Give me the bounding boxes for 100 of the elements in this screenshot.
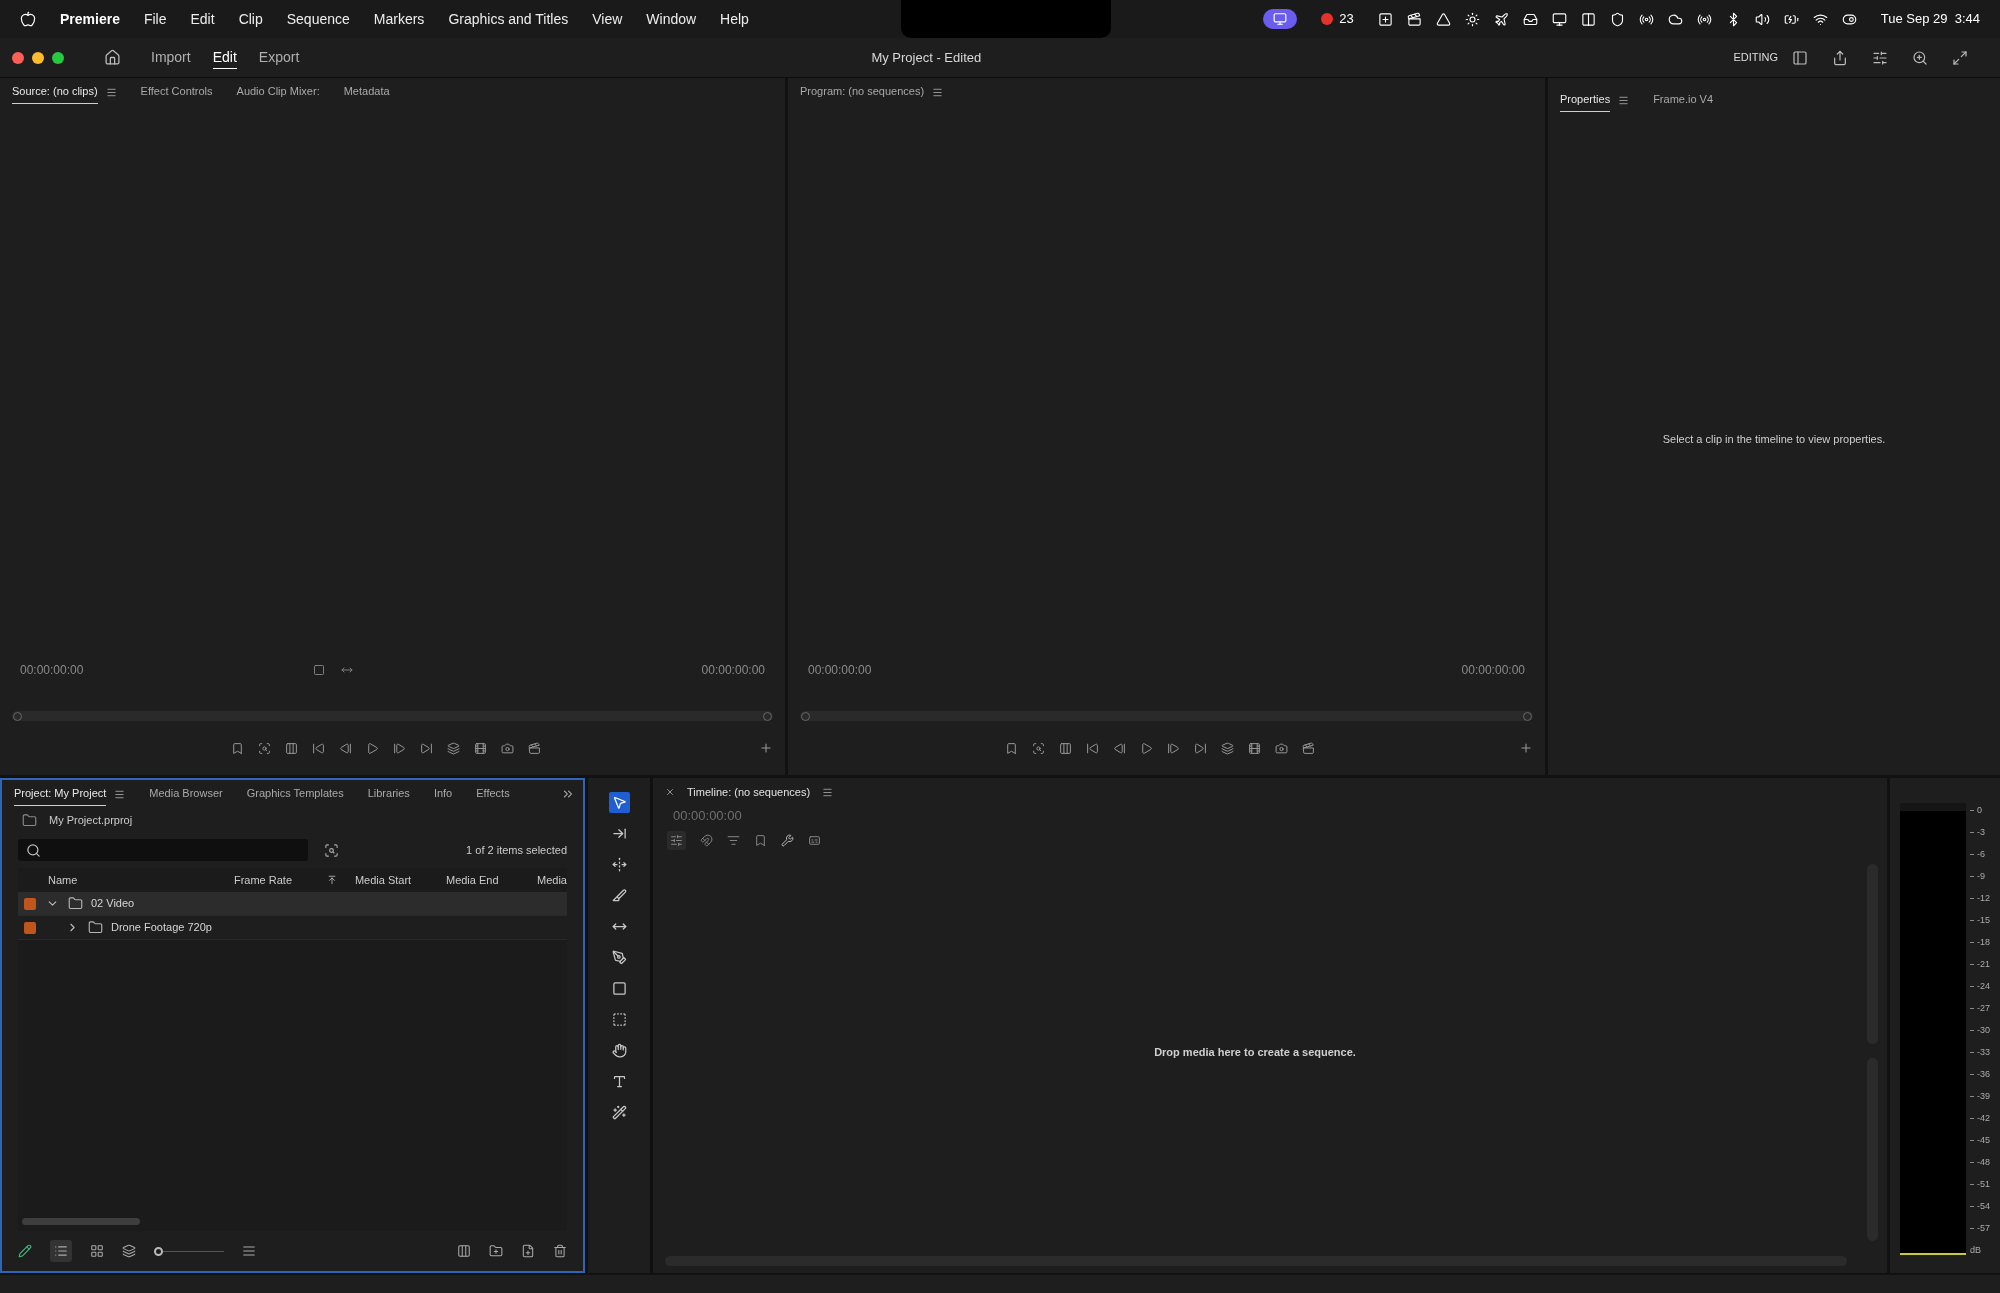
panel-tab[interactable]: Frame.io V4 xyxy=(1653,88,1714,112)
record-count[interactable]: 23 xyxy=(1339,9,1354,29)
find-icon[interactable] xyxy=(324,842,339,858)
panel-menu-icon[interactable] xyxy=(114,788,126,800)
camera-icon[interactable] xyxy=(1274,741,1288,755)
step-forward-icon[interactable] xyxy=(1166,741,1180,755)
insert-sequence-button[interactable] xyxy=(667,831,686,850)
close-icon[interactable] xyxy=(665,787,675,797)
panel-tab[interactable]: Graphics Templates xyxy=(246,782,344,806)
horizontal-scrollbar[interactable] xyxy=(22,1218,140,1225)
step-forward-icon[interactable] xyxy=(392,741,406,755)
step-back-icon[interactable] xyxy=(338,741,352,755)
menu-item[interactable]: File xyxy=(143,8,167,30)
menu-item[interactable]: Graphics and Titles xyxy=(448,8,569,30)
new-item-icon[interactable] xyxy=(521,1244,535,1258)
label-color-swatch[interactable] xyxy=(24,921,36,934)
control-center-icon[interactable] xyxy=(1841,11,1857,27)
new-bin-icon[interactable] xyxy=(489,1244,503,1258)
close-window-button[interactable] xyxy=(12,51,24,64)
tray-icon[interactable] xyxy=(1522,11,1538,27)
minimize-window-button[interactable] xyxy=(32,51,44,64)
skip-forward-icon[interactable] xyxy=(419,741,433,755)
marker-icon[interactable] xyxy=(1004,741,1018,755)
menu-item[interactable]: Sequence xyxy=(286,8,350,30)
column-header[interactable]: Media Start xyxy=(354,871,446,889)
panel-menu-icon[interactable] xyxy=(1618,94,1630,106)
workspace-label[interactable]: EDITING xyxy=(1733,49,1778,66)
clapperboard-icon[interactable] xyxy=(527,741,541,755)
fullscreen-icon[interactable] xyxy=(1952,49,1968,66)
apple-logo-icon[interactable] xyxy=(20,11,36,27)
add-button-icon[interactable] xyxy=(1519,741,1533,755)
sort-icon[interactable] xyxy=(242,1244,256,1258)
marker-icon[interactable] xyxy=(754,834,767,847)
zoom-icon[interactable] xyxy=(257,741,271,755)
captions-icon[interactable] xyxy=(808,834,821,847)
column-header[interactable]: Name xyxy=(48,871,234,889)
menu-item[interactable]: View xyxy=(592,8,623,30)
label-color-swatch[interactable] xyxy=(24,897,36,910)
sort-arrow-icon[interactable] xyxy=(326,875,337,885)
list-view-button[interactable] xyxy=(50,1240,72,1262)
sunburst-icon[interactable] xyxy=(1464,11,1480,27)
clapperboard-icon[interactable] xyxy=(1301,741,1315,755)
selection-tool-icon[interactable] xyxy=(608,792,630,813)
play-icon[interactable] xyxy=(365,741,379,755)
wrench-icon[interactable] xyxy=(781,834,794,847)
zoom-slider-thumb[interactable] xyxy=(154,1246,163,1256)
add-window-icon[interactable] xyxy=(1377,11,1393,27)
marker-icon[interactable] xyxy=(230,741,244,755)
menu-item[interactable]: Markers xyxy=(373,8,425,30)
menu-item[interactable]: Edit xyxy=(190,8,215,30)
skip-back-icon[interactable] xyxy=(311,741,325,755)
menu-item[interactable]: Window xyxy=(646,8,697,30)
icon-view-icon[interactable] xyxy=(90,1244,104,1258)
panel-menu-icon[interactable] xyxy=(105,86,117,98)
zoom-icon[interactable] xyxy=(1031,741,1045,755)
clock[interactable]: Tue Sep 29 3:44 xyxy=(1880,9,1980,29)
share-icon[interactable] xyxy=(1832,49,1848,66)
panel-tab[interactable]: Effects xyxy=(476,782,510,806)
plane-icon[interactable] xyxy=(1493,11,1509,27)
menu-item[interactable]: Help xyxy=(720,8,749,30)
layers-icon[interactable] xyxy=(446,741,460,755)
zoom-window-button[interactable] xyxy=(52,51,64,64)
triangle-icon[interactable] xyxy=(1435,11,1451,27)
sliders-icon[interactable] xyxy=(1872,49,1888,66)
pencil-icon[interactable] xyxy=(18,1244,32,1258)
add-button-icon[interactable] xyxy=(759,741,773,755)
timecode[interactable]: 00:00:00:00 xyxy=(20,661,84,679)
step-back-icon[interactable] xyxy=(1112,741,1126,755)
panel-menu-icon[interactable] xyxy=(932,86,944,98)
film-icon[interactable] xyxy=(1247,741,1261,755)
trash-icon[interactable] xyxy=(553,1244,567,1258)
play-icon[interactable] xyxy=(1139,741,1153,755)
panel-tab[interactable]: Program: (no sequences) xyxy=(800,80,925,104)
panel-tab[interactable]: Effect Controls xyxy=(140,80,213,104)
wifi-icon[interactable] xyxy=(1812,11,1828,27)
zoom-slider[interactable] xyxy=(154,1246,224,1256)
shield-icon[interactable] xyxy=(1609,11,1625,27)
camera-icon[interactable] xyxy=(500,741,514,755)
column-header[interactable]: Frame Rate xyxy=(233,871,327,889)
project-row[interactable]: 02 Video xyxy=(18,892,567,916)
workspace-tab[interactable]: Edit xyxy=(212,46,237,69)
search-icon[interactable] xyxy=(1912,49,1928,66)
magnet-icon[interactable] xyxy=(700,834,713,847)
film-icon[interactable] xyxy=(473,741,487,755)
workspace-tab[interactable]: Export xyxy=(258,46,300,69)
column-header[interactable]: Media End xyxy=(445,871,538,889)
panel-tab[interactable]: Properties xyxy=(1560,88,1611,112)
panel-tab[interactable]: Timeline: (no sequences) xyxy=(687,783,811,801)
column-header[interactable]: Media xyxy=(537,871,567,889)
cloud-icon[interactable] xyxy=(1667,11,1683,27)
screen-share-icon[interactable] xyxy=(1263,9,1298,29)
freeform-view-icon[interactable] xyxy=(122,1244,136,1258)
app-name[interactable]: Premiere xyxy=(60,8,120,30)
menu-item[interactable]: Clip xyxy=(238,8,263,30)
square-icon[interactable] xyxy=(313,664,326,676)
columns-icon[interactable] xyxy=(1580,11,1596,27)
search-field[interactable] xyxy=(18,839,308,861)
panel-tab[interactable]: Libraries xyxy=(367,782,410,806)
panel-tab[interactable]: Metadata xyxy=(343,80,390,104)
home-icon[interactable] xyxy=(104,49,121,66)
